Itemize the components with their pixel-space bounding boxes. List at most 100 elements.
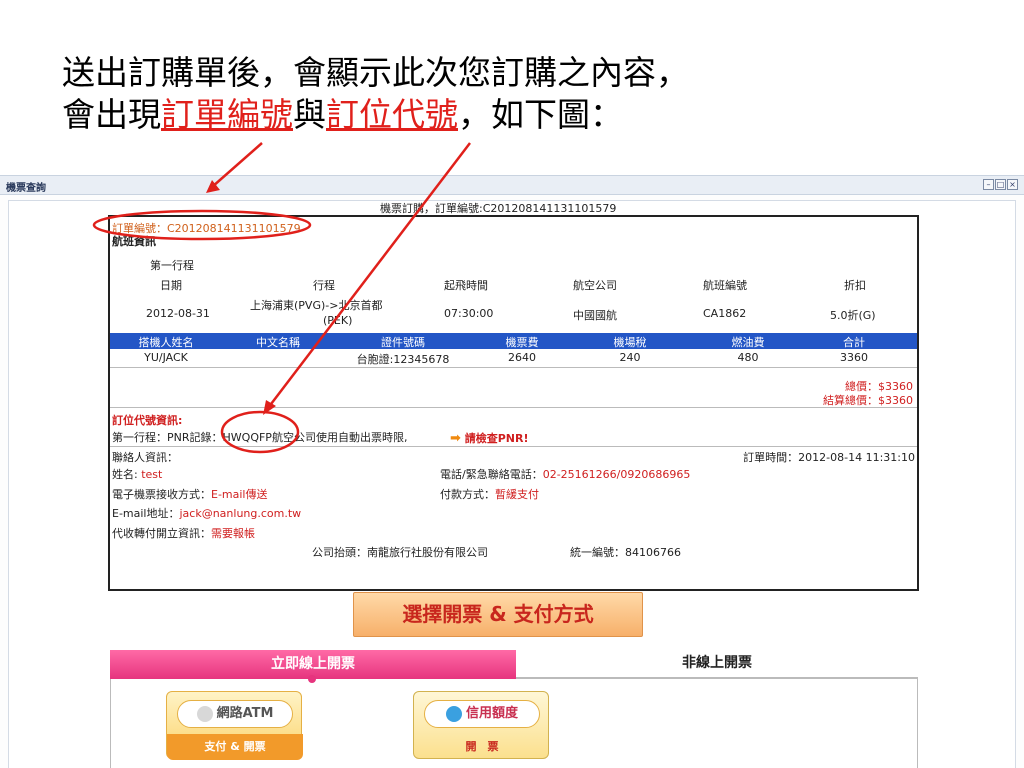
flight-header-route: 行程	[313, 279, 335, 292]
tab-offline-ticketing[interactable]: 非線上開票	[516, 650, 918, 679]
flight-airline: 中國國航	[573, 309, 617, 322]
eticket-label: 電子機票接收方式：	[112, 488, 211, 501]
pax-col-airport-tax: 機場稅	[613, 336, 647, 349]
invoice-info: 代收轉付開立資訊：需要報帳	[112, 525, 255, 541]
flight-header-date: 日期	[160, 279, 182, 292]
window-controls: – □ ×	[983, 179, 1018, 190]
order-time: 訂單時間：2012-08-14 11:31:10	[743, 449, 915, 465]
email-address: E-mail地址：jack@nanlung.com.tw	[112, 505, 301, 521]
company-title: 公司抬頭：南龍旅行社股份有限公司	[312, 544, 488, 560]
divider	[110, 446, 917, 447]
flight-header-airline: 航空公司	[573, 279, 617, 292]
credit-icon	[445, 705, 462, 722]
name-value: test	[141, 468, 163, 481]
close-button[interactable]: ×	[1007, 179, 1018, 190]
tax-id: 統一編號：84106766	[570, 544, 681, 560]
pax-id: 台胞證:12345678	[356, 353, 450, 366]
slide-title-line2: 會出現訂單編號與訂位代號，如下圖：	[62, 94, 689, 136]
pax-col-fuel: 燃油費	[731, 336, 765, 349]
arrow-right-icon: ➡	[450, 431, 461, 446]
window-titlebar: 機票查詢 – □ ×	[0, 176, 1024, 195]
atm-label: 網路ATM	[216, 706, 274, 721]
eticket-method: 電子機票接收方式：E-mail傳送	[112, 486, 268, 502]
segment-label: 第一行程	[150, 259, 194, 272]
check-pnr-label: 請檢查PNR!	[464, 432, 529, 445]
pnr-prefix: 第一行程：PNR記錄：	[112, 431, 223, 444]
pax-fuel: 480	[737, 351, 759, 364]
pax-total: 3360	[840, 351, 868, 364]
flight-header-discount: 折扣	[844, 279, 866, 292]
check-pnr-button[interactable]: ➡ 請檢查PNR!	[450, 430, 529, 446]
table-row: YU/JACK 台胞證:12345678 2640 240 480 3360	[110, 350, 917, 366]
order-time-label: 訂單時間：	[743, 451, 799, 464]
flight-time: 07:30:00	[444, 307, 494, 320]
title-text: ，如下圖：	[458, 95, 623, 134]
tax-id-value: 84106766	[625, 546, 681, 559]
credit-line-button[interactable]: 信用額度 開 票	[413, 691, 549, 759]
contact-phone: 電話/緊急聯絡電話：02-25161266/0920686965	[440, 466, 690, 482]
highlight-booking-code: 訂位代號	[326, 95, 458, 134]
eticket-value: E-mail傳送	[211, 488, 268, 501]
flight-discount: 5.0折(G)	[830, 309, 876, 322]
order-top-label: 機票訂購，訂單編號:C20120814113110157​9	[380, 202, 617, 215]
payment-label: 付款方式：	[440, 488, 495, 501]
pnr-code: HWQQFP	[222, 431, 272, 444]
atm-payment-button[interactable]: 網路ATM 支付 & 開票	[166, 691, 303, 760]
pax-fare: 2640	[508, 351, 536, 364]
flight-route-cont: (PEK)	[323, 314, 353, 327]
pnr-suffix: 航空公司使用自動出票時限,	[271, 431, 408, 444]
pax-airport-tax: 240	[619, 351, 641, 364]
credit-label: 信用額度	[465, 706, 518, 721]
card-icon	[196, 705, 213, 722]
tab-online-label: 立即線上開票	[271, 656, 355, 672]
credit-label-pill: 信用額度	[424, 700, 540, 728]
atm-action: 支付 & 開票	[167, 734, 303, 760]
contact-label: 聯絡人資訊：	[112, 451, 178, 464]
booking-code-label: 訂位代號資訊:	[112, 414, 183, 427]
title-text: 會出現	[62, 95, 161, 134]
flight-header-flight-no: 航班編號	[703, 279, 747, 292]
pax-col-chinese-name: 中文名稱	[256, 336, 300, 349]
highlight-order-number: 訂單編號	[161, 95, 293, 134]
pax-col-name: 搭機人姓名	[138, 336, 194, 349]
slide-title: 送出訂購單後，會顯示此次您訂購之內容， 會出現訂單編號與訂位代號，如下圖：	[62, 52, 689, 136]
phone-value: 02-25161266/0920686965	[542, 468, 691, 481]
tax-id-label: 統一編號：	[570, 546, 625, 559]
name-label: 姓名:	[112, 468, 138, 481]
passenger-table-header: 搭機人姓名 中文名稱 證件號碼 機票費 機場稅 燃油費 合計	[110, 333, 917, 349]
flight-route: 上海浦東(PVG)->北京首都	[250, 299, 383, 312]
email-label: E-mail地址：	[112, 507, 180, 520]
minimize-button[interactable]: –	[983, 179, 994, 190]
select-ticketing-payment-button[interactable]: 選擇開票 & 支付方式	[353, 592, 643, 637]
invoice-label: 代收轉付開立資訊：	[112, 527, 211, 540]
invoice-value: 需要報帳	[211, 527, 255, 540]
divider	[110, 407, 917, 408]
contact-name: 姓名: test	[112, 466, 162, 482]
email-value: jack@nanlung.com.tw	[179, 507, 302, 520]
company-value: 南龍旅行社股份有限公司	[367, 546, 488, 559]
flight-number: CA1862	[703, 307, 747, 320]
payment-value: 暫緩支付	[495, 488, 539, 501]
order-time-value: 2012-08-14 11:31:10	[798, 451, 915, 464]
pax-name: YU/JACK	[144, 351, 188, 364]
credit-action: 開 票	[465, 740, 499, 753]
order-details-box: 訂單編號：C201208141131101579 航班資訊 第一行程 日期 行程…	[108, 215, 919, 591]
atm-label-pill: 網路ATM	[177, 700, 293, 728]
maximize-button[interactable]: □	[995, 179, 1006, 190]
flight-info-label: 航班資訊	[112, 235, 156, 248]
flight-date: 2012-08-31	[146, 307, 210, 320]
pax-col-fare: 機票費	[505, 336, 539, 349]
settlement-total: 結算總價：$3360	[823, 394, 913, 407]
flight-header-time: 起飛時間	[444, 279, 488, 292]
company-label: 公司抬頭：	[312, 546, 367, 559]
window-title: 機票查詢	[6, 183, 46, 194]
pax-col-id: 證件號碼	[381, 336, 425, 349]
divider	[110, 367, 917, 368]
title-text: 與	[293, 95, 326, 134]
phone-label: 電話/緊急聯絡電話：	[440, 468, 543, 481]
pnr-line: 第一行程：PNR記錄：HWQQFP航空公司使用自動出票時限,	[112, 429, 407, 445]
pax-col-total: 合計	[843, 336, 865, 349]
slide-title-line1: 送出訂購單後，會顯示此次您訂購之內容，	[62, 53, 689, 92]
tab-online-ticketing[interactable]: 立即線上開票	[110, 650, 516, 683]
payment-method: 付款方式：暫緩支付	[440, 486, 539, 502]
